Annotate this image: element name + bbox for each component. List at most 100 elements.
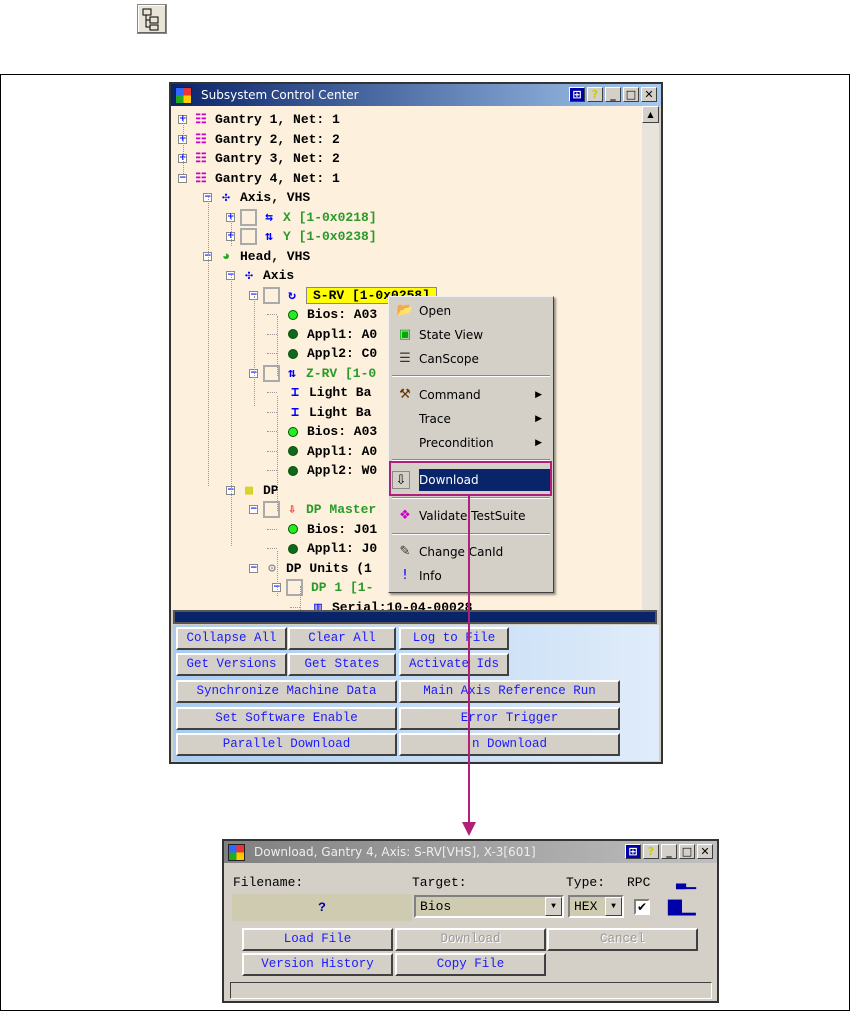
- light-barrier-icon: ⌶: [291, 404, 299, 420]
- minimize-button[interactable]: _: [605, 87, 621, 102]
- tree-item[interactable]: Appl2: C0: [286, 344, 377, 363]
- tree-item[interactable]: ◕ Head, VHS: [217, 247, 310, 266]
- menu-item-label: Validate TestSuite: [419, 509, 526, 523]
- tree-item[interactable]: ⇆ X [1-0x0218]: [240, 208, 377, 227]
- tree-item[interactable]: ⌶ Light Ba: [286, 403, 371, 422]
- menu-item-label: CanScope: [419, 352, 479, 366]
- load-file-button[interactable]: Load File: [242, 928, 393, 951]
- status-dot-light-icon: [288, 524, 298, 535]
- chevron-down-icon[interactable]: ▼: [545, 897, 562, 916]
- horizontal-arrows-icon: ⇆: [265, 209, 273, 225]
- collapse-icon[interactable]: −: [249, 505, 258, 514]
- menu-item-precondition[interactable]: Precondition ▶: [392, 432, 550, 454]
- tree-item[interactable]: ☷ Gantry 3, Net: 2: [192, 149, 340, 168]
- network-icon[interactable]: ⊞: [625, 844, 641, 859]
- version-history-button[interactable]: Version History: [242, 953, 393, 976]
- help-icon[interactable]: ?: [587, 87, 603, 102]
- tree-item[interactable]: ✣ Axis: [240, 266, 294, 285]
- download-button[interactable]: Download: [395, 928, 546, 951]
- menu-separator: [392, 375, 550, 377]
- chevron-down-icon[interactable]: ▼: [605, 897, 622, 916]
- tree-connector: [267, 353, 277, 354]
- tree-item[interactable]: ⚙ DP Units (1: [263, 559, 372, 578]
- get-versions-button[interactable]: Get Versions: [176, 653, 287, 676]
- maximize-button[interactable]: □: [623, 87, 639, 102]
- synchronize-machine-data-button[interactable]: Synchronize Machine Data: [176, 680, 397, 703]
- collapse-icon[interactable]: −: [249, 563, 258, 573]
- filename-field[interactable]: ?: [232, 894, 412, 921]
- tree-item[interactable]: ⇩ DP Master: [263, 500, 376, 519]
- log-to-file-button[interactable]: Log to File: [399, 627, 509, 650]
- vertical-scrollbar[interactable]: ▲: [642, 106, 659, 610]
- tree-connector: [267, 450, 277, 452]
- main-axis-reference-run-button[interactable]: Main Axis Reference Run: [399, 680, 620, 703]
- collapse-all-button[interactable]: Collapse All: [176, 627, 287, 650]
- tree-item[interactable]: ☷ Gantry 4, Net: 1: [192, 169, 340, 188]
- menu-item-validate-testsuite[interactable]: ❖ Validate TestSuite: [392, 505, 550, 527]
- state-view-icon: ▣: [398, 327, 412, 342]
- tree-item-label: Gantry 3, Net: 2: [215, 151, 340, 166]
- node-checkbox[interactable]: [240, 228, 257, 246]
- menu-item-label: Info: [419, 569, 442, 583]
- menu-item-change-canid[interactable]: ✎ Change CanId: [392, 541, 550, 563]
- hierarchy-icon[interactable]: [137, 4, 167, 34]
- cancel-button[interactable]: Cancel: [547, 928, 698, 951]
- tree-item[interactable]: Appl1: A0: [286, 325, 377, 344]
- copy-file-button[interactable]: Copy File: [395, 953, 546, 976]
- node-checkbox[interactable]: [240, 208, 257, 226]
- tree-item[interactable]: Appl2: W0: [286, 461, 377, 480]
- menu-item-info[interactable]: ! Info: [392, 565, 550, 587]
- tree-item[interactable]: ☷ Gantry 2, Net: 2: [192, 130, 340, 149]
- tree-item[interactable]: ⇅ Y [1-0x0238]: [240, 227, 377, 246]
- tree-item[interactable]: ⌶ Light Ba: [286, 383, 371, 402]
- close-button[interactable]: ✕: [697, 844, 713, 859]
- set-software-enable-button[interactable]: Set Software Enable: [176, 707, 397, 730]
- tree-connector: [277, 396, 278, 511]
- tree-item[interactable]: ▥ Serial:10-04-00028: [309, 598, 472, 611]
- tree-item-label: Head, VHS: [240, 248, 311, 264]
- menu-item-trace[interactable]: Trace ▶: [392, 408, 550, 430]
- tree-item[interactable]: ⇅ Z-RV [1-0: [263, 364, 376, 383]
- status-dot-light-icon: [288, 426, 298, 437]
- get-states-button[interactable]: Get States: [288, 653, 396, 676]
- status-dot-dark-icon: [288, 329, 298, 340]
- tree-item[interactable]: Bios: A03: [286, 422, 377, 441]
- tree-item[interactable]: Appl1: A0: [286, 442, 377, 461]
- menu-item-canscope[interactable]: ☰ CanScope: [392, 348, 550, 370]
- menu-separator: [392, 497, 550, 499]
- node-checkbox[interactable]: [263, 286, 280, 304]
- help-icon[interactable]: ?: [643, 844, 659, 859]
- parallel-download-button[interactable]: Parallel Download: [176, 733, 397, 756]
- tree-item[interactable]: Bios: A03: [286, 305, 377, 324]
- tree-item-label: X [1-0x0218]: [283, 209, 377, 225]
- activate-ids-button[interactable]: Activate Ids: [399, 653, 509, 676]
- rpc-checkbox[interactable]: ✔: [634, 899, 650, 915]
- menu-item-open[interactable]: 📂 Open: [392, 300, 550, 322]
- tree-item[interactable]: ✣ Axis, VHS: [217, 188, 310, 207]
- tree-item[interactable]: Bios: J01: [286, 520, 377, 539]
- folder-open-icon: 📂: [396, 303, 414, 318]
- close-button[interactable]: ✕: [641, 87, 657, 102]
- menu-item-command[interactable]: ⚒ Command ▶: [392, 384, 550, 406]
- tree-item-label: DP Units (1: [286, 560, 372, 576]
- minimize-button[interactable]: _: [661, 844, 677, 859]
- collapse-icon[interactable]: −: [178, 173, 187, 183]
- tree-item-label: Bios: J01: [307, 521, 378, 537]
- download-button[interactable]: n Download: [399, 733, 620, 756]
- tree-item[interactable]: ☷ Gantry 1, Net: 1: [192, 110, 340, 129]
- scroll-up-arrow-icon[interactable]: ▲: [642, 106, 659, 123]
- tree-item[interactable]: Appl1: J0: [286, 539, 377, 558]
- target-select[interactable]: Bios ▼: [414, 895, 564, 918]
- tree-item[interactable]: ▩ DP: [240, 481, 279, 500]
- maximize-button[interactable]: □: [679, 844, 695, 859]
- status-dot-dark-icon: [288, 348, 298, 359]
- network-icon[interactable]: ⊞: [569, 87, 585, 102]
- dialog-title: Download, Gantry 4, Axis: S-RV[VHS], X-3…: [254, 845, 536, 859]
- clear-all-button[interactable]: Clear All: [288, 627, 396, 650]
- status-dot-dark-icon: [288, 446, 298, 457]
- vertical-arrows-icon: ⇅: [288, 365, 296, 381]
- type-select[interactable]: HEX ▼: [568, 895, 624, 918]
- menu-item-state-view[interactable]: ▣ State View: [392, 324, 550, 346]
- error-trigger-button[interactable]: Error Trigger: [399, 707, 620, 730]
- axis-move-icon: ✣: [222, 190, 230, 206]
